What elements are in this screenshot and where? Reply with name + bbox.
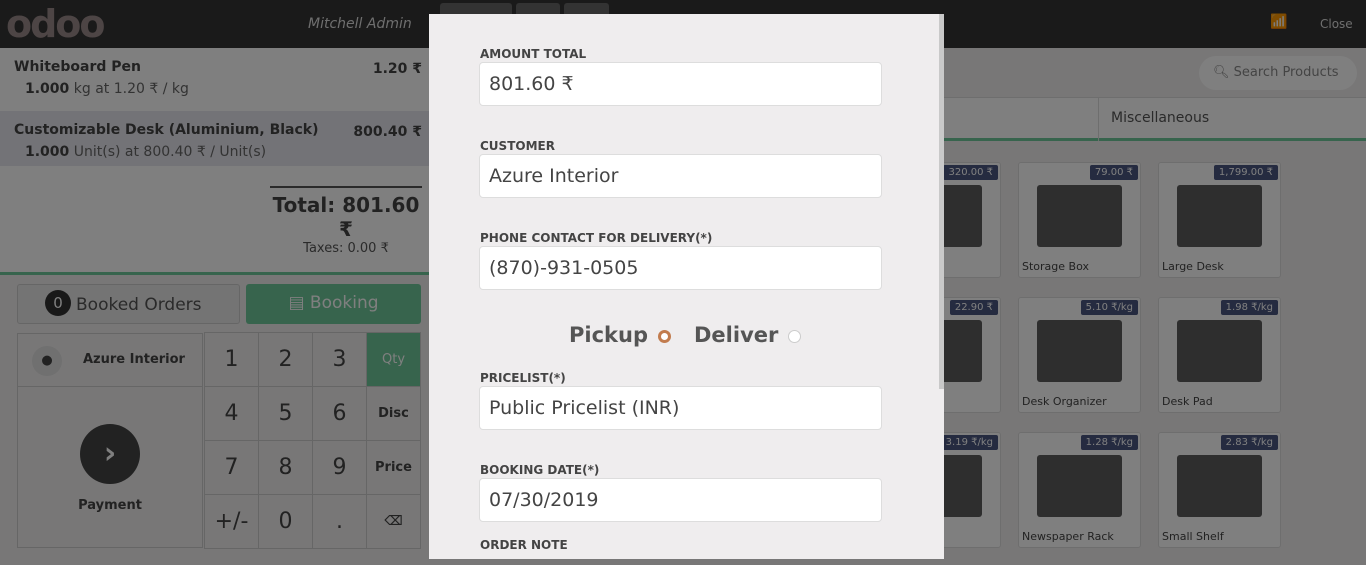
scrollbar[interactable]	[939, 14, 944, 389]
order-note-label: ORDER NOTE	[480, 538, 568, 552]
phone-label: PHONE CONTACT FOR DELIVERY(*)	[480, 231, 713, 245]
deliver-label: Deliver	[694, 323, 779, 347]
pickup-label: Pickup	[569, 323, 648, 347]
booking-dialog: AMOUNT TOTAL 801.60 ₹ CUSTOMER Azure Int…	[429, 14, 944, 559]
pricelist-label: PRICELIST(*)	[480, 371, 566, 385]
pickup-radio[interactable]: Pickup	[569, 323, 671, 347]
phone-field[interactable]: (870)-931-0505	[479, 246, 882, 290]
customer-label: CUSTOMER	[480, 139, 555, 153]
booking-date-field[interactable]: 07/30/2019	[479, 478, 882, 522]
deliver-radio[interactable]: Deliver	[694, 323, 802, 347]
amount-label: AMOUNT TOTAL	[480, 47, 587, 61]
booking-date-label: BOOKING DATE(*)	[480, 463, 600, 477]
pricelist-field[interactable]: Public Pricelist (INR)	[479, 386, 882, 430]
radio-selected-icon	[658, 329, 671, 343]
customer-field[interactable]: Azure Interior	[479, 154, 882, 198]
amount-total-field[interactable]: 801.60 ₹	[479, 62, 882, 106]
radio-empty-icon	[788, 329, 802, 343]
